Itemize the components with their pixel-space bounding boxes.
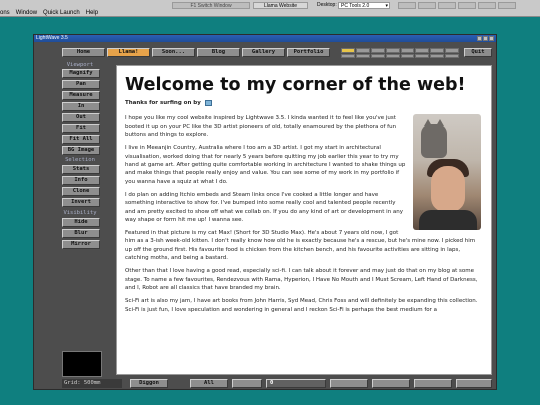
blur-button[interactable]: Blur: [62, 229, 100, 238]
bottom-toolbar: Grid: 500mm Diggon All 0: [34, 379, 496, 389]
photo-with-cat: [413, 114, 481, 231]
system-taskbar: ons Window Quick Launch Help F1 Switch W…: [0, 0, 540, 17]
bottom-slot-button[interactable]: [372, 379, 410, 388]
menu-item-help[interactable]: Help: [86, 9, 98, 17]
window-titlebar[interactable]: LightWave 3.5: [34, 35, 496, 42]
pan-button[interactable]: Pan: [62, 80, 100, 89]
page-title: Welcome to my corner of the web!: [125, 75, 466, 95]
fit-all-button[interactable]: Fit All: [62, 135, 100, 144]
measure-button[interactable]: Measure: [62, 91, 100, 100]
layer-swatch[interactable]: [341, 53, 355, 58]
magnify-button[interactable]: Magnify: [62, 69, 100, 78]
taskbar-slot[interactable]: [498, 2, 516, 9]
cat-paragraph: Featured in that picture is my cat Max! …: [125, 230, 476, 262]
layer-swatch[interactable]: [430, 48, 445, 53]
taskbar-slot[interactable]: [418, 2, 436, 9]
layer-swatch[interactable]: [385, 48, 400, 53]
layer-swatch[interactable]: [430, 53, 445, 58]
thanks-text: Thanks for surfing on by: [125, 100, 201, 106]
layer-swatch[interactable]: [445, 48, 459, 53]
nav-home-button[interactable]: Home: [62, 48, 105, 57]
shirt-shape: [419, 210, 477, 231]
zoom-out-button[interactable]: Out: [62, 113, 100, 122]
clone-button[interactable]: Clone: [62, 187, 100, 196]
layer-swatch[interactable]: [400, 48, 415, 53]
thanks-line: Thanks for surfing on by: [125, 99, 481, 107]
layer-swatch-grid: [341, 48, 459, 58]
stats-button[interactable]: Stats: [62, 165, 100, 174]
visibility-heading: Visibility: [63, 210, 97, 216]
layer-swatch[interactable]: [385, 53, 400, 58]
bg-image-button[interactable]: BG Image: [62, 146, 100, 155]
hide-button[interactable]: Hide: [62, 218, 100, 227]
taskbar-slot[interactable]: [478, 2, 496, 9]
selection-heading: Selection: [65, 157, 95, 163]
menu-item-window[interactable]: Window: [16, 9, 37, 17]
layer-swatch[interactable]: [341, 48, 355, 53]
bottom-slot-button[interactable]: [330, 379, 368, 388]
nav-blog-button[interactable]: Blog: [197, 48, 240, 57]
layer-swatch[interactable]: [415, 48, 430, 53]
bottom-slot-button[interactable]: [232, 379, 262, 388]
quit-button[interactable]: Quit: [464, 48, 492, 57]
layer-swatch[interactable]: [370, 48, 385, 53]
layer-swatch[interactable]: [355, 48, 370, 53]
close-icon[interactable]: [489, 36, 494, 41]
layer-swatch[interactable]: [370, 53, 385, 58]
web-content-panel[interactable]: Welcome to my corner of the web! Thanks …: [116, 65, 492, 375]
switch-window-field[interactable]: F1 Switch Window: [172, 2, 250, 9]
diggon-button[interactable]: Diggon: [130, 379, 168, 388]
layer-swatch[interactable]: [415, 53, 430, 58]
zoom-in-button[interactable]: In: [62, 102, 100, 111]
all-button[interactable]: All: [190, 379, 228, 388]
frame-field[interactable]: 0: [266, 379, 326, 388]
system-menu-bar: ons Window Quick Launch Help: [0, 9, 98, 17]
bottom-slot-button[interactable]: [456, 379, 492, 388]
invert-button[interactable]: Invert: [62, 198, 100, 207]
mirror-button[interactable]: Mirror: [62, 240, 100, 249]
nav-soon-button[interactable]: Soon...: [152, 48, 195, 57]
maximize-icon[interactable]: [483, 36, 488, 41]
bottom-slot-button[interactable]: [414, 379, 452, 388]
scifi-art-paragraph: Sci-Fi art is also my jam, I have art bo…: [125, 298, 478, 313]
fit-button[interactable]: Fit: [62, 124, 100, 133]
taskbar-slots: [398, 2, 516, 9]
nav-portfolio-button[interactable]: Portfolio: [287, 48, 330, 57]
nav-llama-button[interactable]: Llama!: [107, 48, 150, 57]
nav-gallery-button[interactable]: Gallery: [242, 48, 285, 57]
reading-paragraph: Other than that I love having a good rea…: [125, 268, 478, 292]
menu-item-options[interactable]: ons: [0, 9, 10, 17]
cat-figure: [421, 119, 447, 159]
desktop-select-value: PC Tools 2.0: [341, 3, 370, 9]
menu-item-quick-launch[interactable]: Quick Launch: [43, 9, 80, 17]
lightwave-window: LightWave 3.5 Home Llama! Soon... Blog G…: [33, 34, 497, 390]
face-shape: [431, 166, 465, 213]
minimize-icon[interactable]: [477, 36, 482, 41]
preview-box: [62, 351, 102, 377]
active-task-field[interactable]: Llama Website: [253, 2, 308, 9]
layer-swatch[interactable]: [400, 53, 415, 58]
window-title: LightWave 3.5: [36, 35, 68, 41]
viewport-heading: Viewport: [66, 62, 94, 68]
info-button[interactable]: Info: [62, 176, 100, 185]
chevron-down-icon: ▾: [385, 3, 388, 9]
taskbar-slot[interactable]: [398, 2, 416, 9]
layer-swatch[interactable]: [445, 53, 459, 58]
desktop-label: Desktop:: [317, 2, 337, 8]
layer-swatch[interactable]: [355, 53, 370, 58]
mug-icon: [204, 99, 212, 106]
window-controls: [477, 36, 494, 41]
grid-size-readout: Grid: 500mm: [62, 379, 122, 388]
taskbar-slot[interactable]: [458, 2, 476, 9]
taskbar-slot[interactable]: [438, 2, 456, 9]
desktop-select[interactable]: PC Tools 2.0 ▾: [338, 2, 390, 9]
